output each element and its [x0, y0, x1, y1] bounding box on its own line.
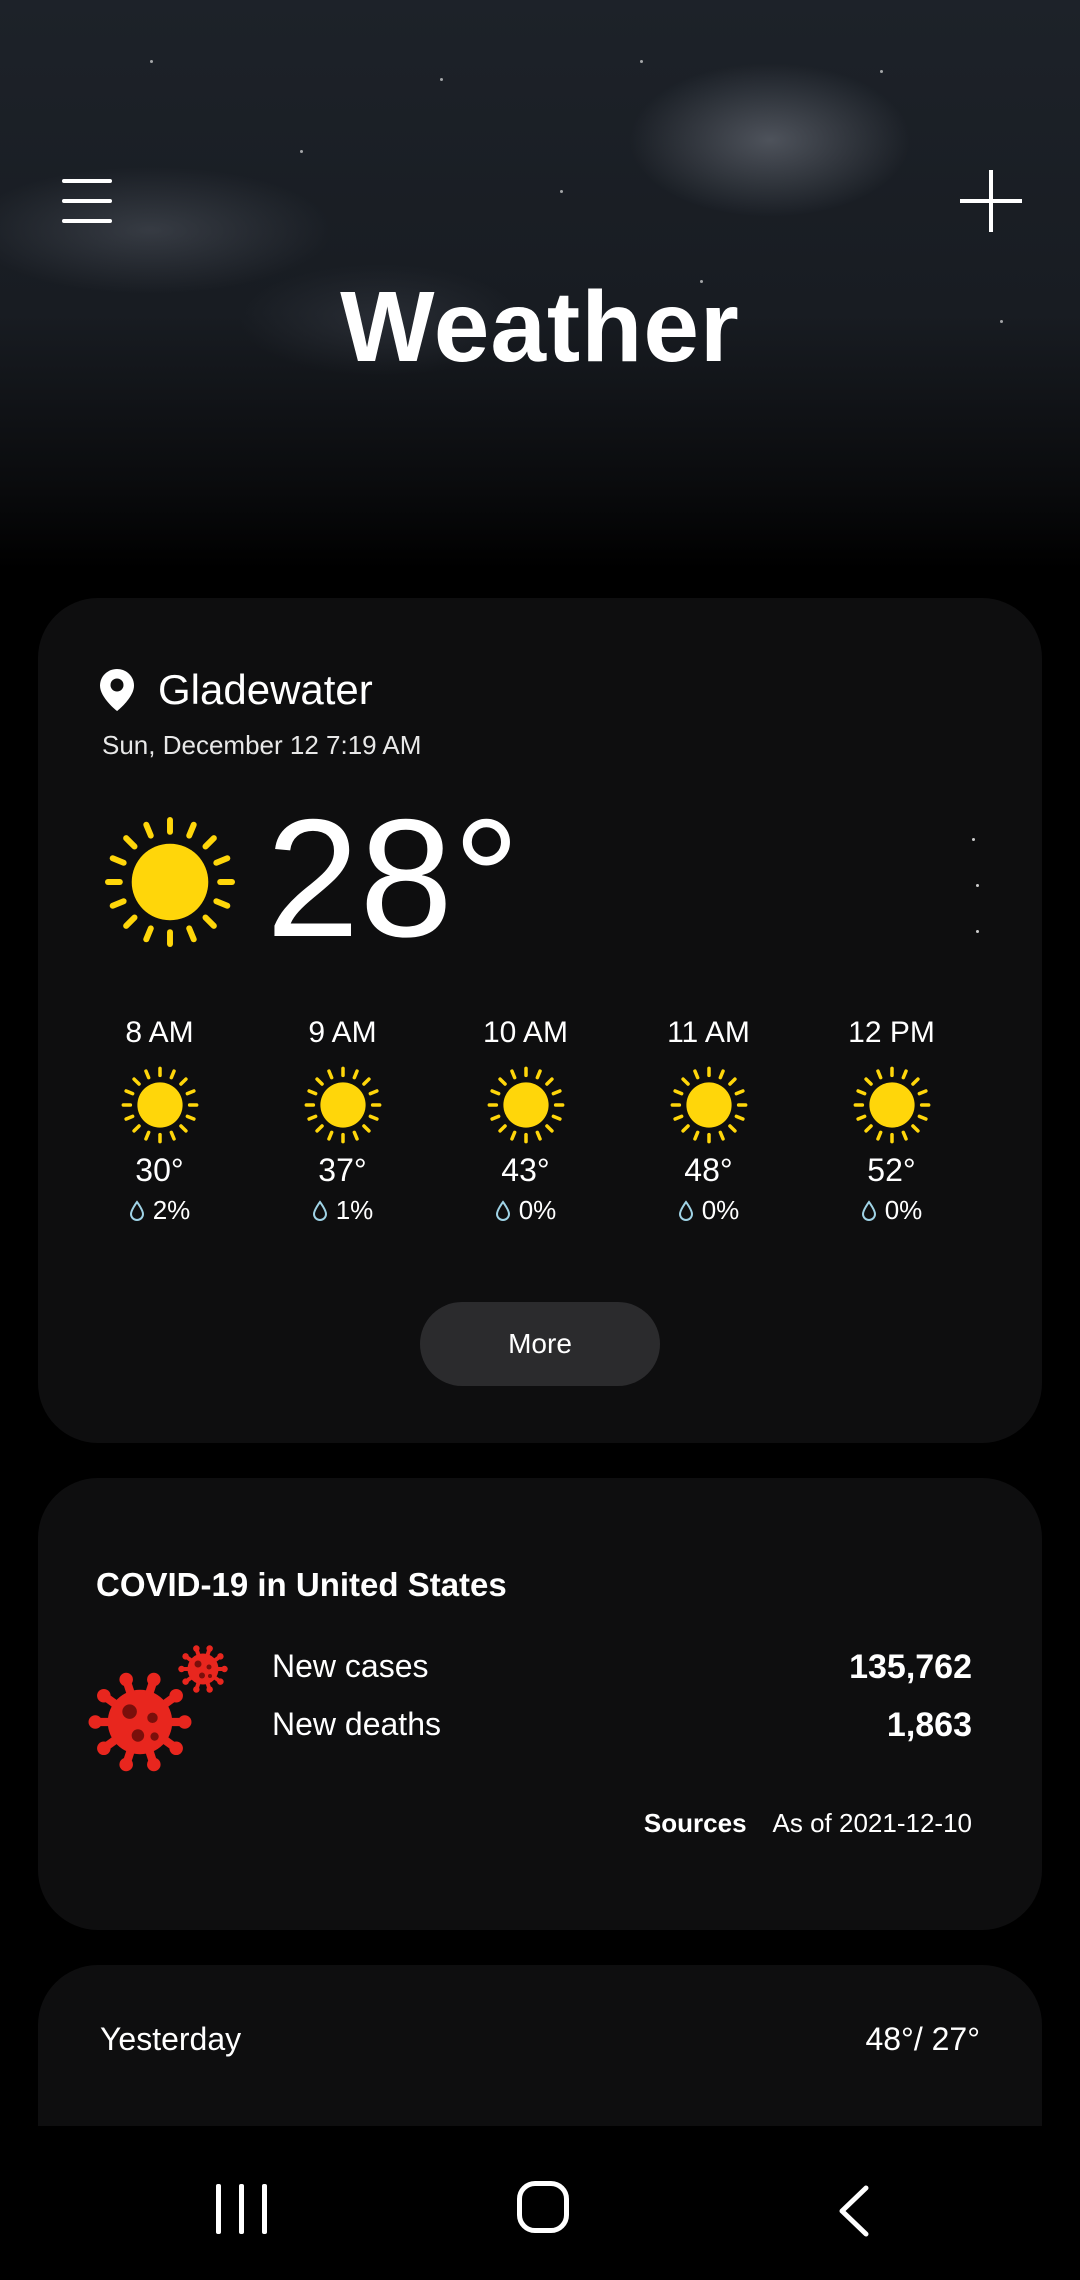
sun-icon — [617, 1066, 800, 1144]
precipitation: 0% — [800, 1195, 983, 1226]
hourly-item: 8 AM 30° 2% — [68, 1016, 251, 1226]
location-datetime: Sun, December 12 7:19 AM — [102, 730, 422, 760]
location-header: Gladewater — [100, 666, 373, 714]
precipitation-value: 1% — [335, 1195, 374, 1225]
current-temperature: 28° — [266, 784, 521, 972]
weather-card[interactable]: Gladewater Sun, December 12 7:19 AM 28° … — [38, 598, 1042, 1443]
precipitation: 1% — [251, 1195, 434, 1226]
hour-time: 12 PM — [848, 1016, 935, 1049]
raindrop-icon — [129, 1199, 144, 1221]
system-navigation-bar — [0, 2126, 1080, 2280]
precipitation-value: 0% — [884, 1195, 923, 1225]
home-button[interactable] — [517, 2181, 569, 2233]
sources-link[interactable]: Sources — [644, 1808, 747, 1839]
hour-time: 8 AM — [125, 1016, 194, 1049]
hour-temperature: 52° — [867, 1152, 916, 1188]
precipitation: 0% — [434, 1195, 617, 1226]
hour-temperature: 37° — [318, 1152, 367, 1188]
virus-icon — [88, 1670, 192, 1779]
covid-card[interactable]: COVID-19 in United States New cases 135,… — [38, 1478, 1042, 1930]
scroll-indicator — [972, 838, 982, 938]
hour-temperature: 43° — [501, 1152, 550, 1188]
hour-time: 11 AM — [667, 1016, 750, 1049]
as-of-date: As of 2021-12-10 — [772, 1808, 972, 1838]
menu-button[interactable] — [62, 175, 116, 225]
recent-apps-button[interactable] — [216, 2184, 268, 2234]
new-cases-value: 135,762 — [849, 1648, 972, 1686]
sun-icon — [104, 816, 236, 953]
sun-icon — [251, 1066, 434, 1144]
precipitation-value: 0% — [518, 1195, 557, 1225]
hourly-item: 12 PM 52° 0% — [800, 1016, 983, 1226]
hourly-item: 11 AM 48° 0% — [617, 1016, 800, 1226]
new-deaths-value: 1,863 — [886, 1706, 972, 1744]
location-pin-icon — [100, 669, 134, 711]
precipitation: 0% — [617, 1195, 800, 1226]
raindrop-icon — [861, 1199, 876, 1221]
precipitation: 2% — [68, 1195, 251, 1226]
hour-temperature: 30° — [135, 1152, 184, 1188]
new-cases-row: New cases 135,762 — [272, 1648, 972, 1687]
hour-time: 9 AM — [308, 1016, 377, 1049]
back-button[interactable] — [834, 2184, 874, 2238]
new-cases-label: New cases — [272, 1648, 429, 1684]
hour-temperature: 48° — [684, 1152, 733, 1188]
hourly-item: 10 AM 43° 0% — [434, 1016, 617, 1226]
new-deaths-row: New deaths 1,863 — [272, 1706, 972, 1745]
add-location-button[interactable] — [960, 170, 1022, 232]
covid-title: COVID-19 in United States — [96, 1566, 507, 1603]
precipitation-value: 0% — [701, 1195, 740, 1225]
daily-range: 48°/ 27° — [865, 2021, 980, 2057]
hourly-forecast[interactable]: 8 AM 30° 2% 9 AM 37° 1% 10 AM 43° 0% 11 … — [68, 1016, 983, 1226]
location-name: Gladewater — [158, 666, 373, 713]
more-button[interactable]: More — [420, 1302, 660, 1386]
raindrop-icon — [312, 1199, 327, 1221]
daily-day: Yesterday — [100, 2021, 242, 2057]
hour-time: 10 AM — [482, 1016, 569, 1049]
sun-icon — [800, 1066, 983, 1144]
daily-row: Yesterday 48°/ 27° — [100, 2021, 980, 2058]
raindrop-icon — [678, 1199, 693, 1221]
sun-icon — [68, 1066, 251, 1144]
raindrop-icon — [495, 1199, 510, 1221]
new-deaths-label: New deaths — [272, 1706, 441, 1742]
precipitation-value: 2% — [152, 1195, 191, 1225]
hourly-item: 9 AM 37° 1% — [251, 1016, 434, 1226]
sun-icon — [434, 1066, 617, 1144]
covid-footer: Sources As of 2021-12-10 — [644, 1808, 972, 1839]
page-title: Weather — [340, 271, 740, 383]
